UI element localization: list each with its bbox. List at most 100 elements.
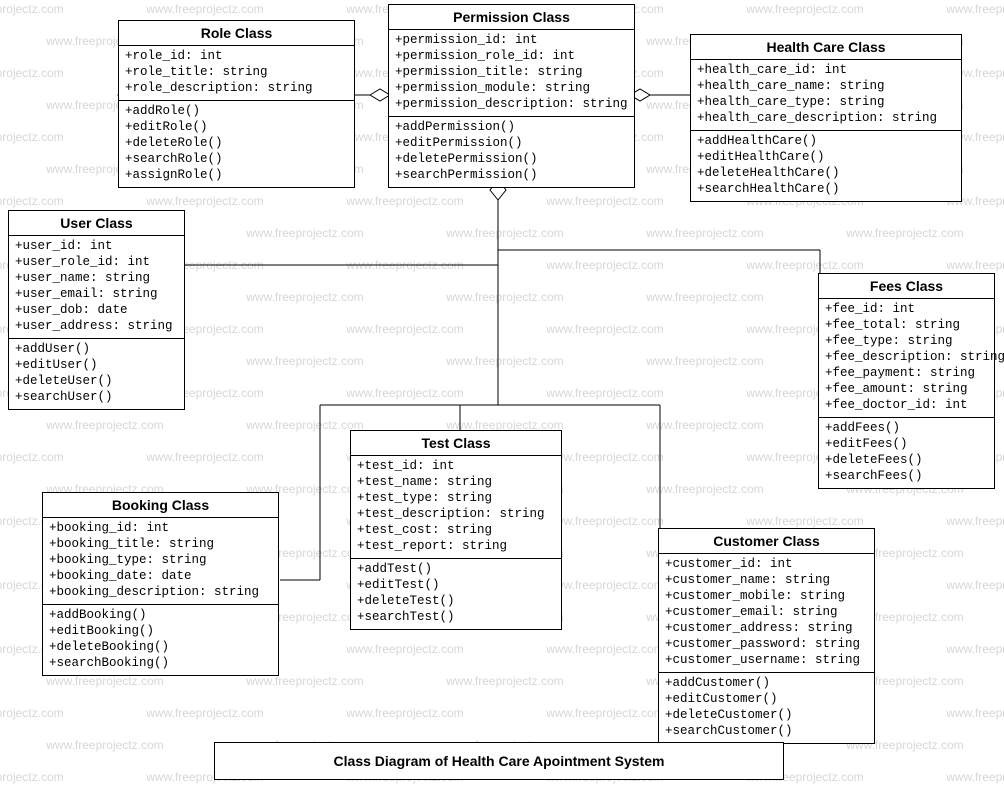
class-member-row: +searchCustomer() xyxy=(665,723,868,739)
class-member-row: +addHealthCare() xyxy=(697,133,955,149)
class-operations: +addPermission()+editPermission()+delete… xyxy=(389,117,634,187)
watermark-text: www.freeprojectz.com xyxy=(946,258,1004,272)
watermark-text: www.freeprojectz.com xyxy=(746,258,863,272)
watermark-text: www.freeprojectz.com xyxy=(0,66,64,80)
watermark-text: www.freeprojectz.com xyxy=(446,354,563,368)
class-member-row: +test_description: string xyxy=(357,506,555,522)
class-attributes: +fee_id: int+fee_total: string+fee_type:… xyxy=(819,299,994,418)
class-member-row: +test_id: int xyxy=(357,458,555,474)
watermark-text: www.freeprojectz.com xyxy=(0,130,64,144)
class-member-row: +searchFees() xyxy=(825,468,988,484)
watermark-text: www.freeprojectz.com xyxy=(0,770,64,784)
watermark-text: www.freeprojectz.com xyxy=(546,450,663,464)
class-member-row: +deleteFees() xyxy=(825,452,988,468)
watermark-text: www.freeprojectz.com xyxy=(346,386,463,400)
watermark-text: www.freeprojectz.com xyxy=(46,418,163,432)
class-booking: Booking Class +booking_id: int+booking_t… xyxy=(42,492,279,676)
class-member-row: +searchUser() xyxy=(15,389,178,405)
watermark-text: www.freeprojectz.com xyxy=(246,418,363,432)
watermark-text: www.freeprojectz.com xyxy=(646,482,763,496)
class-member-row: +role_title: string xyxy=(125,64,348,80)
watermark-text: www.freeprojectz.com xyxy=(746,2,863,16)
class-member-row: +editRole() xyxy=(125,119,348,135)
class-member-row: +test_name: string xyxy=(357,474,555,490)
class-title: Fees Class xyxy=(819,274,994,299)
watermark-text: www.freeprojectz.com xyxy=(846,226,963,240)
class-member-row: +deletePermission() xyxy=(395,151,628,167)
watermark-text: www.freeprojectz.com xyxy=(346,322,463,336)
watermark-text: www.freeprojectz.com xyxy=(946,770,1004,784)
class-operations: +addHealthCare()+editHealthCare()+delete… xyxy=(691,131,961,201)
watermark-text: www.freeprojectz.com xyxy=(346,642,463,656)
class-title: Booking Class xyxy=(43,493,278,518)
watermark-text: www.freeprojectz.com xyxy=(346,706,463,720)
class-fees: Fees Class +fee_id: int+fee_total: strin… xyxy=(818,273,995,489)
class-title: Role Class xyxy=(119,21,354,46)
class-member-row: +test_report: string xyxy=(357,538,555,554)
watermark-text: www.freeprojectz.com xyxy=(546,578,663,592)
class-member-row: +editFees() xyxy=(825,436,988,452)
class-member-row: +permission_title: string xyxy=(395,64,628,80)
class-member-row: +health_care_id: int xyxy=(697,62,955,78)
class-member-row: +user_role_id: int xyxy=(15,254,178,270)
class-member-row: +fee_type: string xyxy=(825,333,988,349)
class-title: Permission Class xyxy=(389,5,634,30)
watermark-text: www.freeprojectz.com xyxy=(646,290,763,304)
class-member-row: +user_name: string xyxy=(15,270,178,286)
class-member-row: +customer_username: string xyxy=(665,652,868,668)
class-member-row: +assignRole() xyxy=(125,167,348,183)
class-member-row: +addUser() xyxy=(15,341,178,357)
class-role: Role Class +role_id: int+role_title: str… xyxy=(118,20,355,188)
class-attributes: +customer_id: int+customer_name: string+… xyxy=(659,554,874,673)
class-attributes: +booking_id: int+booking_title: string+b… xyxy=(43,518,278,605)
class-member-row: +user_dob: date xyxy=(15,302,178,318)
watermark-text: www.freeprojectz.com xyxy=(946,706,1004,720)
watermark-text: www.freeprojectz.com xyxy=(246,354,363,368)
watermark-text: www.freeprojectz.com xyxy=(946,642,1004,656)
class-attributes: +user_id: int+user_role_id: int+user_nam… xyxy=(9,236,184,339)
class-operations: +addRole()+editRole()+deleteRole()+searc… xyxy=(119,101,354,187)
watermark-text: www.freeprojectz.com xyxy=(146,706,263,720)
class-member-row: +addTest() xyxy=(357,561,555,577)
class-member-row: +booking_description: string xyxy=(49,584,272,600)
class-member-row: +permission_module: string xyxy=(395,80,628,96)
class-member-row: +deleteUser() xyxy=(15,373,178,389)
class-member-row: +deleteRole() xyxy=(125,135,348,151)
watermark-text: www.freeprojectz.com xyxy=(646,226,763,240)
class-member-row: +customer_email: string xyxy=(665,604,868,620)
class-member-row: +role_id: int xyxy=(125,48,348,64)
class-member-row: +addFees() xyxy=(825,420,988,436)
class-customer: Customer Class +customer_id: int+custome… xyxy=(658,528,875,744)
class-member-row: +test_cost: string xyxy=(357,522,555,538)
class-member-row: +addCustomer() xyxy=(665,675,868,691)
watermark-text: www.freeprojectz.com xyxy=(0,194,64,208)
class-member-row: +searchRole() xyxy=(125,151,348,167)
watermark-text: www.freeprojectz.com xyxy=(446,226,563,240)
class-member-row: +fee_payment: string xyxy=(825,365,988,381)
watermark-text: www.freeprojectz.com xyxy=(346,258,463,272)
class-member-row: +test_type: string xyxy=(357,490,555,506)
class-member-row: +customer_address: string xyxy=(665,620,868,636)
watermark-text: www.freeprojectz.com xyxy=(46,738,163,752)
watermark-text: www.freeprojectz.com xyxy=(546,706,663,720)
watermark-text: www.freeprojectz.com xyxy=(346,194,463,208)
watermark-text: www.freeprojectz.com xyxy=(0,2,64,16)
watermark-text: www.freeprojectz.com xyxy=(246,674,363,688)
class-member-row: +editPermission() xyxy=(395,135,628,151)
class-operations: +addUser()+editUser()+deleteUser()+searc… xyxy=(9,339,184,409)
watermark-text: www.freeprojectz.com xyxy=(546,322,663,336)
watermark-text: www.freeprojectz.com xyxy=(946,578,1004,592)
class-member-row: +booking_id: int xyxy=(49,520,272,536)
class-attributes: +health_care_id: int+health_care_name: s… xyxy=(691,60,961,131)
watermark-text: www.freeprojectz.com xyxy=(446,290,563,304)
caption-text: Class Diagram of Health Care Apointment … xyxy=(334,753,665,769)
class-member-row: +user_address: string xyxy=(15,318,178,334)
watermark-text: www.freeprojectz.com xyxy=(546,258,663,272)
watermark-text: www.freeprojectz.com xyxy=(546,194,663,208)
class-member-row: +health_care_type: string xyxy=(697,94,955,110)
watermark-text: www.freeprojectz.com xyxy=(646,418,763,432)
class-healthcare: Health Care Class +health_care_id: int+h… xyxy=(690,34,962,202)
class-attributes: +test_id: int+test_name: string+test_typ… xyxy=(351,456,561,559)
watermark-text: www.freeprojectz.com xyxy=(746,514,863,528)
class-title: Customer Class xyxy=(659,529,874,554)
